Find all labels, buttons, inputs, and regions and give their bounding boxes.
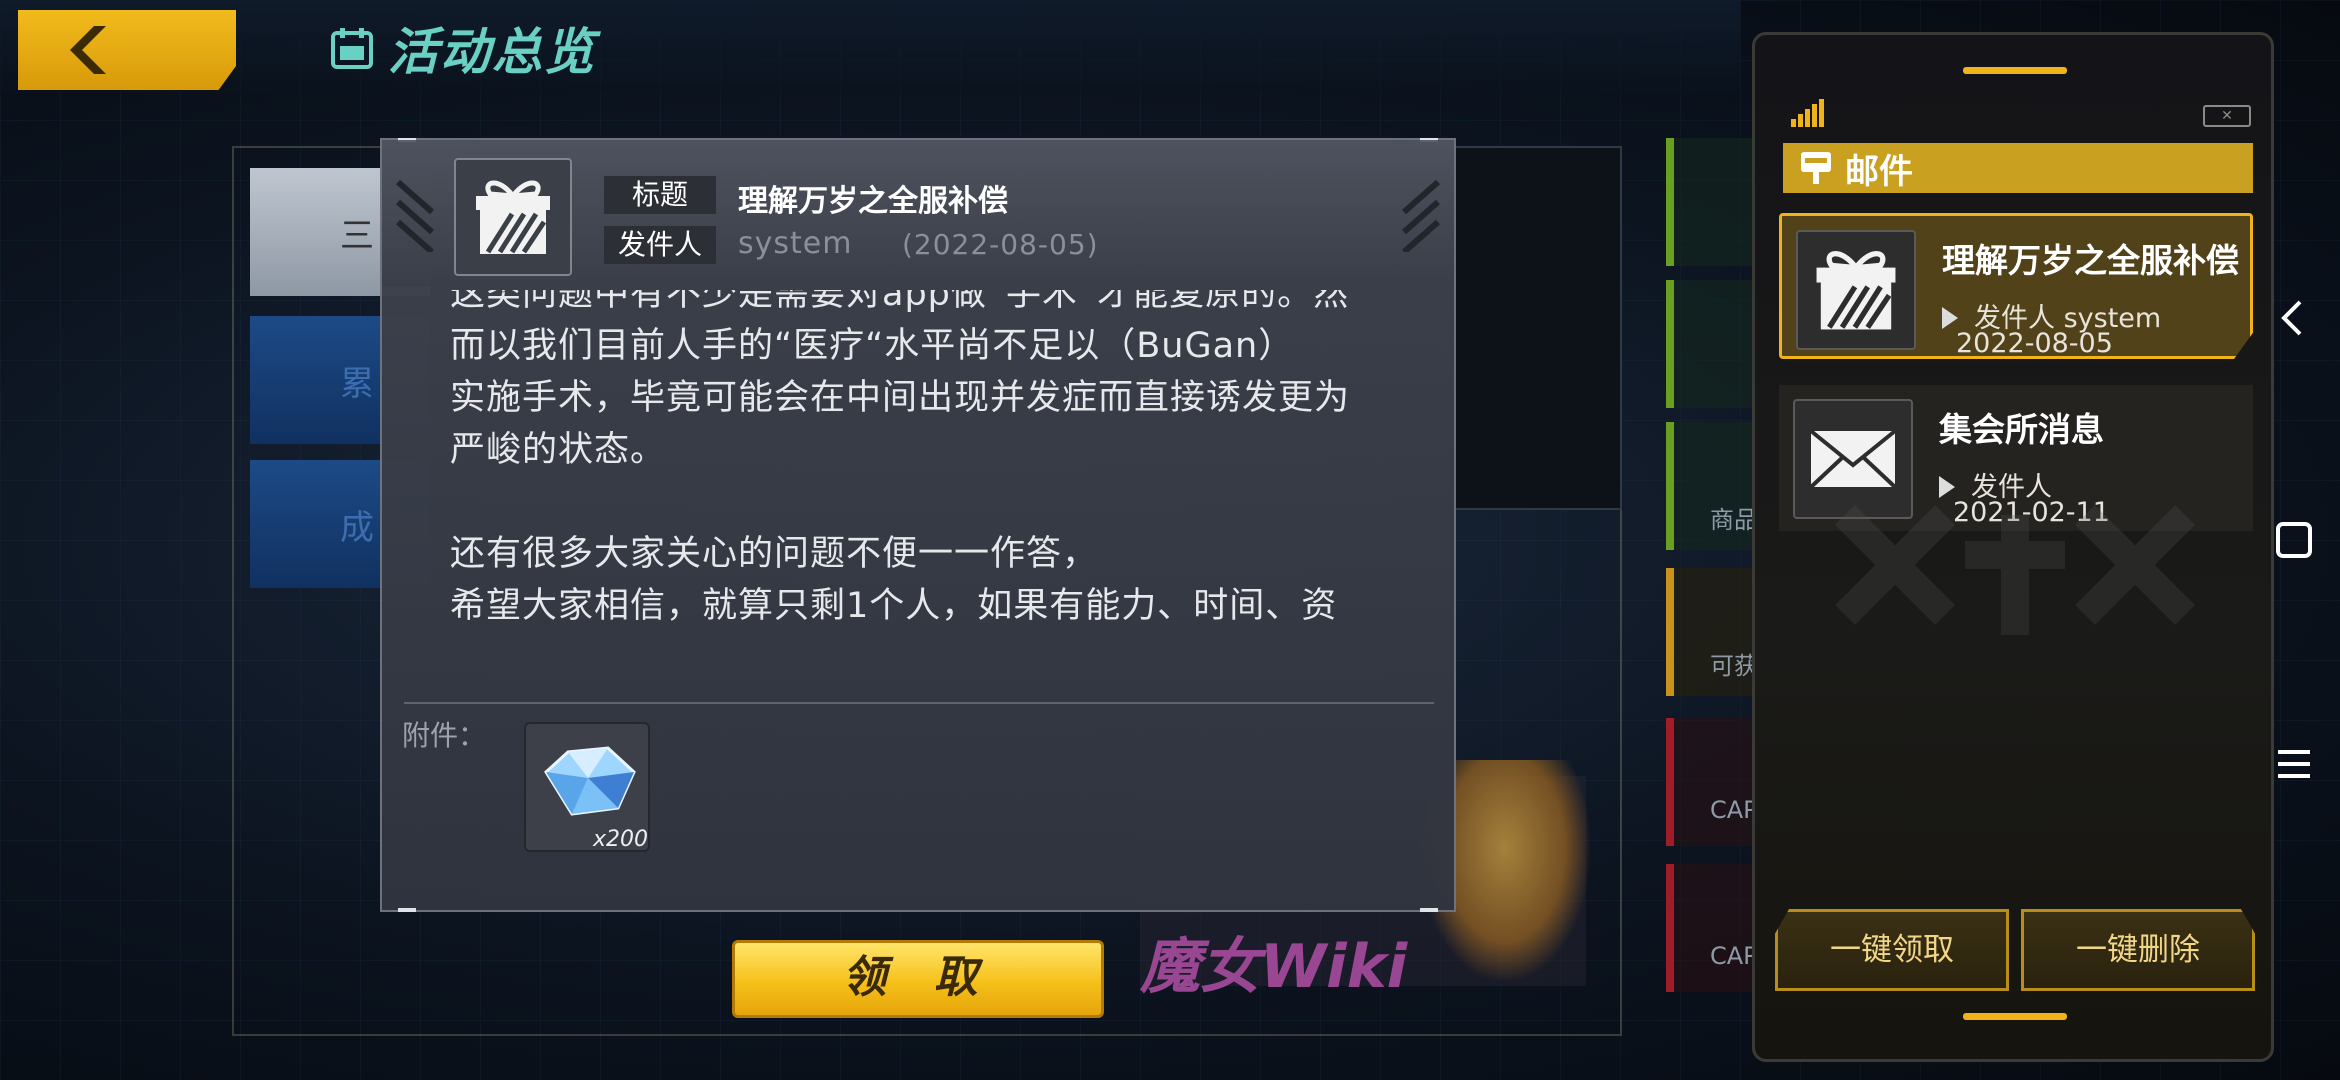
background-reward-item: 商品 (1666, 422, 1764, 550)
background-reward-label: CAP (1710, 796, 1758, 824)
mail-panel-header: 邮件 (1783, 143, 2253, 193)
top-bar: 活动总览 (0, 0, 1740, 92)
background-banner (1452, 146, 1622, 510)
envelope-icon (1809, 429, 1897, 489)
mail-body-blank-line (450, 476, 1410, 528)
background-tab-label: 累 (340, 364, 374, 404)
mail-body-line: 希望大家相信，就算只剩1个人，如果有能力、时间、资 (450, 586, 1338, 626)
watermark: 魔女Wiki (1140, 932, 1408, 1002)
back-arrow-icon (70, 26, 106, 74)
battery-icon: ✕ (2203, 105, 2251, 127)
mail-title: 理解万岁之全服补偿 (738, 184, 1008, 219)
mail-item-date: 2022-08-05 (1956, 328, 2113, 359)
attachment-divider (404, 702, 1434, 704)
background-reward-item: CAP (1666, 718, 1764, 846)
dialog-corner (398, 908, 416, 912)
calendar-icon (331, 28, 373, 69)
mail-list-item[interactable]: 理解万岁之全服补偿 发件人 system 2022-08-05 (1779, 213, 2253, 359)
background-reward-item: 可获 (1666, 568, 1764, 696)
background-reward-item: CAP (1666, 864, 1764, 992)
mail-body-line: 而以我们目前人手的“医疗“水平尚不足以（BuGan） (450, 326, 1295, 366)
mail-body-line: 实施手术，毕竟可能会在中间出现并发症而直接诱发更为 (450, 378, 1351, 418)
delete-all-button[interactable]: 一键删除 (2021, 909, 2255, 991)
signal-icon (1791, 99, 1824, 127)
decor-stripes-icon (396, 179, 434, 252)
sender-label: 发件人 (604, 226, 716, 264)
background-tab-label: 成 (340, 508, 374, 548)
dialog-corner (1420, 908, 1438, 912)
mail-date: (2022-08-05) (902, 228, 1099, 261)
background-tab-label: 三 (340, 216, 374, 256)
mail-panel-title: 邮件 (1845, 151, 1913, 192)
nav-home-icon[interactable] (2266, 512, 2322, 568)
mail-body-line: 严峻的状态。 (450, 430, 667, 470)
system-nav-bar (2250, 0, 2340, 1080)
mail-body-line: 这类问题中有不少是需要对app做“手术”才能复原的。然 (450, 290, 1350, 314)
nav-menu-icon[interactable] (2266, 736, 2322, 792)
attachment-item[interactable]: x200 (524, 722, 650, 852)
gift-icon (476, 180, 550, 254)
panel-bottom-accent (1963, 1013, 2067, 1020)
background-reward-item (1666, 280, 1764, 408)
diamond-crystal-icon (544, 746, 636, 816)
play-triangle-icon (1942, 307, 1958, 329)
decor-stripes-icon (1402, 179, 1440, 252)
page-title-group: 活动总览 (330, 16, 596, 81)
mailbox-icon (1801, 152, 1831, 184)
back-button[interactable] (18, 10, 236, 90)
page-title: 活动总览 (388, 23, 596, 81)
panel-emblem-icon (1835, 505, 2195, 635)
mail-detail-dialog: 标题 理解万岁之全服补偿 发件人 system (2022-08-05) 这类问… (380, 138, 1456, 912)
background-reward-label: 可获 (1710, 652, 1758, 680)
background-reward-item (1666, 138, 1764, 266)
attachment-quantity: x200 (592, 827, 648, 852)
mail-sender: system (738, 226, 853, 261)
mail-body-line: 还有很多大家关心的问题不便一一作答， (450, 534, 1099, 574)
mail-item-title: 集会所消息 (1939, 410, 2104, 449)
background-reward-label: 商品 (1710, 506, 1758, 534)
mail-item-title: 理解万岁之全服补偿 (1942, 241, 2239, 280)
gift-icon (1816, 251, 1896, 330)
panel-top-accent (1963, 67, 2067, 74)
mail-panel: ✕ 邮件 理解万岁之全服补偿 发件人 system 2022-08-05 集会所… (1752, 32, 2274, 1062)
nav-back-icon[interactable] (2266, 290, 2322, 346)
attachment-label: 附件： (402, 719, 487, 752)
title-label: 标题 (604, 176, 716, 214)
claim-button[interactable]: 领 取 (732, 940, 1104, 1018)
background-reward-label: CAP (1710, 942, 1758, 970)
mail-type-icon (454, 158, 572, 276)
mail-item-icon (1796, 230, 1916, 350)
background-reward-list: 商品 可获 CAP CAP (1666, 138, 1764, 1048)
mail-detail-header: 标题 理解万岁之全服补偿 发件人 system (2022-08-05) (382, 140, 1454, 286)
claim-all-button[interactable]: 一键领取 (1775, 909, 2009, 991)
